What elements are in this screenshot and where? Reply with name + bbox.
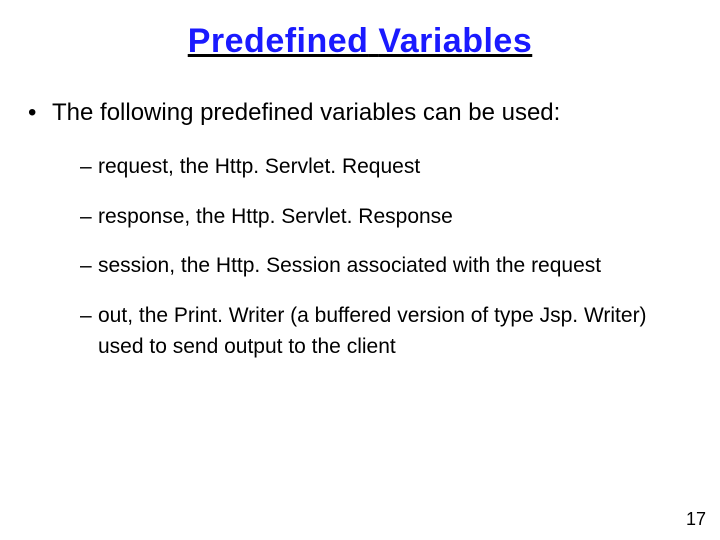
- list-item: out, the Print. Writer (a buffered versi…: [80, 300, 696, 363]
- slide-title: Predefined Variables: [24, 22, 696, 61]
- list-item: request, the Http. Servlet. Request: [80, 151, 696, 183]
- title-word-2: Variables: [378, 22, 532, 60]
- list-item: response, the Http. Servlet. Response: [80, 201, 696, 233]
- variable-list: request, the Http. Servlet. Request resp…: [24, 151, 696, 363]
- title-word-1: Predefined: [188, 22, 369, 60]
- intro-text: The following predefined variables can b…: [24, 97, 696, 129]
- page-number: 17: [686, 509, 706, 530]
- slide: Predefined Variables The following prede…: [0, 0, 720, 540]
- list-item: session, the Http. Session associated wi…: [80, 250, 696, 282]
